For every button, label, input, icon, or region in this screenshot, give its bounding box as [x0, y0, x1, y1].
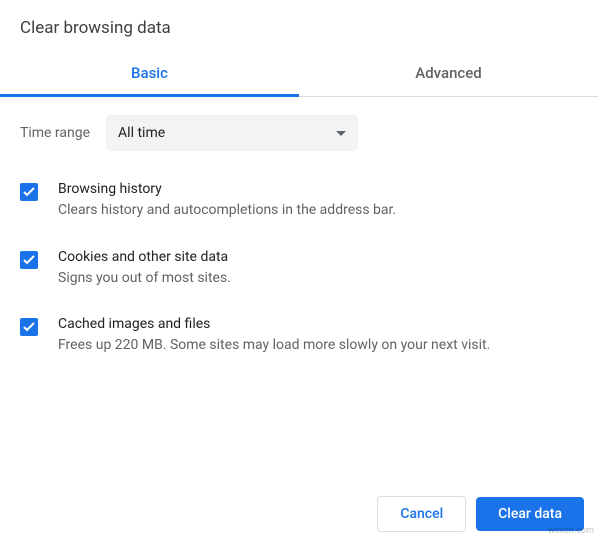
tab-advanced[interactable]: Advanced: [299, 52, 598, 96]
option-desc: Frees up 220 MB. Some sites may load mor…: [58, 336, 578, 356]
checkbox-browsing-history[interactable]: [20, 183, 38, 201]
check-icon: [23, 322, 35, 332]
option-cache: Cached images and files Frees up 220 MB.…: [20, 302, 578, 370]
option-desc: Signs you out of most sites.: [58, 269, 578, 289]
clear-data-button[interactable]: Clear data: [476, 497, 584, 531]
option-title: Cached images and files: [58, 316, 578, 332]
option-text: Cached images and files Frees up 220 MB.…: [58, 316, 578, 356]
time-range-label: Time range: [20, 125, 90, 141]
option-title: Browsing history: [58, 181, 578, 197]
option-title: Cookies and other site data: [58, 249, 578, 265]
check-icon: [23, 187, 35, 197]
check-icon: [23, 255, 35, 265]
tab-basic[interactable]: Basic: [0, 52, 299, 96]
option-desc: Clears history and autocompletions in th…: [58, 201, 578, 221]
option-browsing-history: Browsing history Clears history and auto…: [20, 167, 578, 235]
checkbox-cache[interactable]: [20, 318, 38, 336]
cancel-button[interactable]: Cancel: [377, 496, 466, 532]
dialog-title: Clear browsing data: [0, 0, 598, 52]
option-cookies: Cookies and other site data Signs you ou…: [20, 235, 578, 303]
time-range-value: All time: [118, 125, 165, 141]
option-text: Cookies and other site data Signs you ou…: [58, 249, 578, 289]
options-list: Browsing history Clears history and auto…: [0, 161, 598, 370]
tabs: Basic Advanced: [0, 52, 598, 97]
option-text: Browsing history Clears history and auto…: [58, 181, 578, 221]
checkbox-cookies[interactable]: [20, 251, 38, 269]
chevron-down-icon: [336, 131, 346, 136]
dialog-footer: Cancel Clear data: [377, 496, 584, 532]
time-range-row: Time range All time: [0, 97, 598, 161]
time-range-select[interactable]: All time: [106, 115, 358, 151]
